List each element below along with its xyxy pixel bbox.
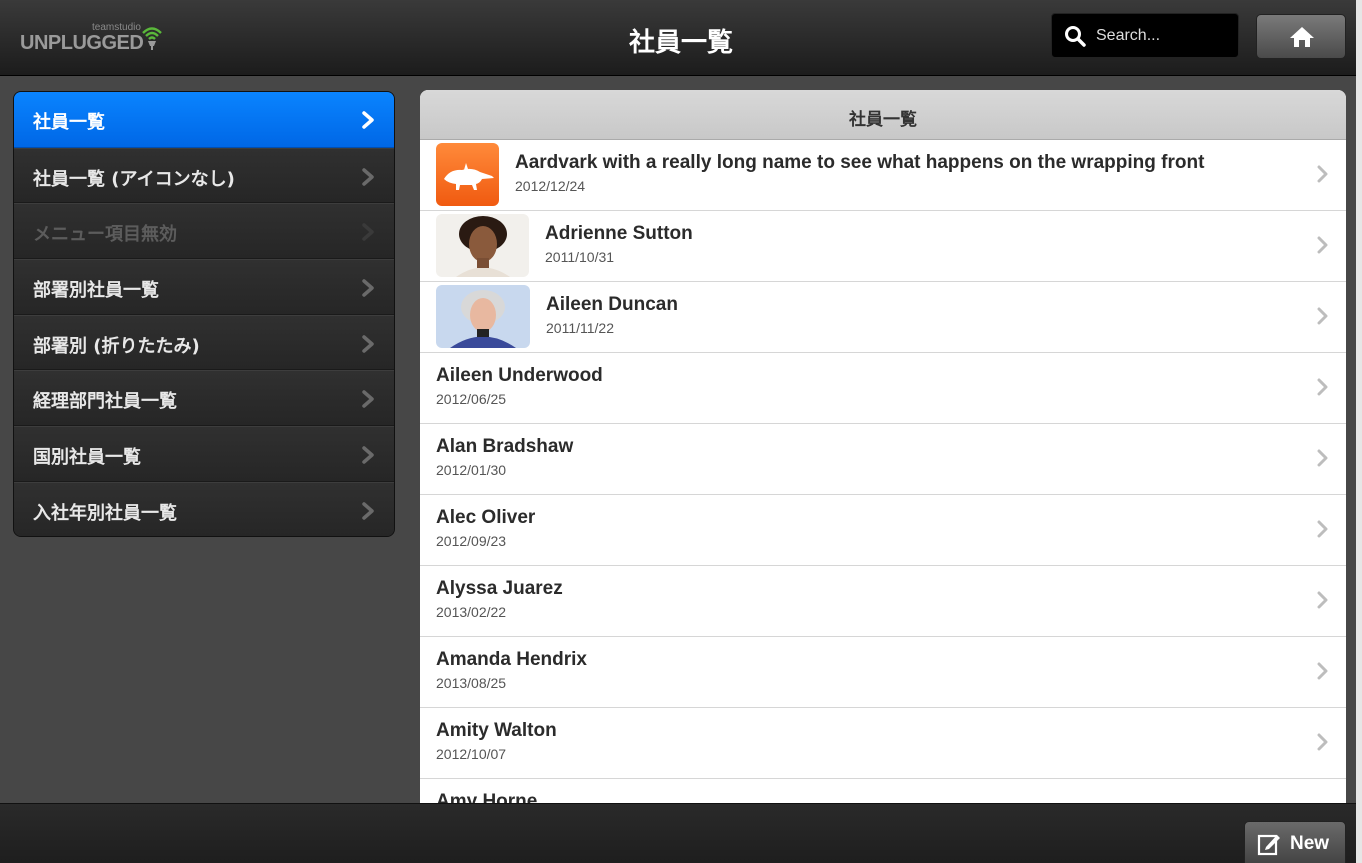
sidebar-item-employee-list-no-icons[interactable]: 社員一覧 (アイコンなし) (14, 147, 394, 204)
list-item[interactable]: Aileen Duncan 2011/11/22 (420, 282, 1346, 353)
bottom-toolbar: New (0, 803, 1362, 863)
employee-date: 2013/08/25 (436, 675, 507, 691)
employee-name: Aileen Duncan (546, 294, 678, 315)
chevron-right-icon (362, 335, 374, 353)
chevron-right-icon (362, 446, 374, 464)
chevron-right-icon (1317, 236, 1328, 254)
list-item[interactable]: Alan Bradshaw 2012/01/30 (420, 424, 1346, 495)
list-item[interactable]: Amanda Hendrix 2013/08/25 (420, 637, 1346, 708)
list-item[interactable]: Adrienne Sutton 2011/10/31 (420, 211, 1346, 282)
sidebar-item-label: 社員一覧 (33, 112, 105, 133)
avatar (436, 285, 530, 348)
chevron-right-icon (1317, 662, 1328, 680)
chevron-right-icon (1317, 307, 1328, 325)
chevron-right-icon (362, 111, 374, 129)
employee-date: 2012/10/07 (436, 746, 507, 762)
sidebar-item-label: 国別社員一覧 (33, 447, 141, 469)
avatar (436, 214, 529, 277)
employee-name: Amy Horne (436, 791, 538, 803)
sidebar-item-label: メニュー項目無効 (33, 224, 177, 246)
new-button[interactable]: New (1244, 821, 1346, 863)
list-item[interactable]: Aardvark with a really long name to see … (420, 140, 1346, 211)
chevron-right-icon (1317, 733, 1328, 751)
window-scrollbar[interactable] (1356, 0, 1362, 863)
sidebar-item-by-department[interactable]: 部署別社員一覧 (14, 259, 394, 315)
employee-date: 2012/09/23 (436, 533, 507, 549)
employee-name: Amity Walton (436, 720, 557, 741)
employee-date: 2012/06/25 (436, 391, 507, 407)
aardvark-icon (436, 143, 499, 206)
employee-name: Aileen Underwood (436, 365, 603, 386)
sidebar-item-accounting[interactable]: 経理部門社員一覧 (14, 370, 394, 427)
chevron-right-icon (362, 390, 374, 409)
list-item[interactable]: Alyssa Juarez 2013/02/22 (420, 566, 1346, 637)
employee-name: Adrienne Sutton (545, 223, 693, 244)
sidebar-item-label: 部署別 (折りたたみ) (33, 335, 200, 357)
sidebar-item-label: 入社年別社員一覧 (33, 502, 177, 524)
search-box[interactable] (1051, 13, 1239, 58)
employee-list-panel: 社員一覧 Aardvark with a really long name to… (420, 90, 1346, 803)
list-heading: 社員一覧 (420, 90, 1346, 140)
list-item[interactable]: Amity Walton 2012/10/07 (420, 708, 1346, 779)
home-icon (1290, 27, 1314, 47)
list-item[interactable]: Alec Oliver 2012/09/23 (420, 495, 1346, 566)
chevron-right-icon (1317, 165, 1328, 183)
chevron-right-icon (362, 223, 374, 242)
top-toolbar: teamstudio UNPLUGGED 社員一覧 (0, 0, 1362, 76)
chevron-right-icon (1317, 378, 1328, 396)
employee-date: 2013/02/22 (436, 604, 507, 620)
chevron-right-icon (1317, 449, 1328, 467)
sidebar-item-disabled: メニュー項目無効 (14, 203, 394, 260)
sidebar-item-label: 社員一覧 (アイコンなし) (33, 168, 235, 190)
sidebar-menu: 社員一覧 社員一覧 (アイコンなし) メニュー項目無効 部署別社員一覧 部署別 … (13, 91, 395, 537)
home-button[interactable] (1256, 14, 1346, 59)
employee-date: 2012/01/30 (436, 462, 507, 478)
sidebar-item-label: 経理部門社員一覧 (33, 391, 177, 413)
sidebar-item-employee-list[interactable]: 社員一覧 (14, 92, 394, 148)
search-icon (1065, 26, 1086, 47)
sidebar-item-by-join-year[interactable]: 入社年別社員一覧 (14, 481, 394, 536)
sidebar-item-by-department-collapsible[interactable]: 部署別 (折りたたみ) (14, 314, 394, 371)
chevron-right-icon (362, 167, 374, 186)
chevron-right-icon (362, 502, 374, 520)
employee-date: 2011/10/31 (545, 249, 615, 265)
employee-date: 2011/11/22 (546, 320, 614, 336)
employee-name: Amanda Hendrix (436, 649, 587, 670)
employee-name: Alyssa Juarez (436, 578, 563, 599)
sidebar-item-by-country[interactable]: 国別社員一覧 (14, 426, 394, 482)
list-item[interactable]: Amy Horne (420, 779, 1346, 803)
sidebar-item-label: 部署別社員一覧 (33, 280, 159, 302)
chevron-right-icon (362, 279, 374, 297)
employee-name: Alec Oliver (436, 507, 536, 528)
compose-icon (1257, 834, 1280, 856)
new-button-label: New (1290, 833, 1330, 854)
chevron-right-icon (1317, 591, 1328, 609)
search-input[interactable] (1096, 24, 1232, 48)
employee-name: Aardvark with a really long name to see … (515, 152, 1205, 173)
employee-date: 2012/12/24 (515, 178, 586, 194)
chevron-right-icon (1317, 520, 1328, 538)
list-item[interactable]: Aileen Underwood 2012/06/25 (420, 353, 1346, 424)
employee-name: Alan Bradshaw (436, 436, 574, 457)
